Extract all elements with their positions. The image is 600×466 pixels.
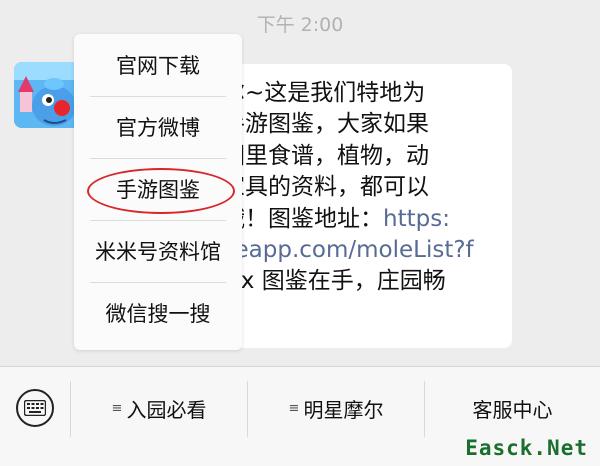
message-line-3: 园里食谱，植物，动 [222, 142, 429, 169]
message-line-1: 尔~这是我们特地为 [222, 80, 426, 106]
menu-item-game-guide[interactable]: 手游图鉴 [74, 158, 242, 220]
message-bubble[interactable]: 尔~这是我们特地为 手游图鉴，大家如果 园里食谱，植物，动 家具的资料，都可以 … [200, 64, 512, 348]
tab-label: 明星摩尔 [303, 397, 384, 422]
message-link-start[interactable]: https: [383, 206, 450, 232]
account-popup-menu: 官网下载 官方微博 手游图鉴 米米号资料馆 微信搜一搜 [74, 34, 242, 350]
message-line-5: 哦！图鉴地址： [222, 205, 383, 232]
menu-lines-icon: ≡ [111, 400, 123, 416]
message-text: 尔~这是我们特地为 手游图鉴，大家如果 园里食谱，植物，动 家具的资料，都可以 … [222, 78, 512, 298]
message-link-url[interactable]: keapp.com/moleList?f [222, 237, 474, 263]
official-account-avatar[interactable] [14, 62, 80, 128]
message-line-4: 家具的资料，都可以 [222, 174, 429, 201]
keyboard-toggle-button[interactable] [16, 389, 54, 427]
menu-item-mimi-id-library[interactable]: 米米号资料馆 [74, 220, 242, 282]
message-line-7: wx 图鉴在手，庄园畅 [222, 268, 446, 295]
menu-item-official-weibo[interactable]: 官方微博 [74, 96, 242, 158]
keyboard-icon [24, 400, 46, 416]
menu-item-wechat-search[interactable]: 微信搜一搜 [74, 282, 242, 344]
menu-item-official-download[interactable]: 官网下载 [74, 34, 242, 96]
game-avatar-icon [14, 62, 80, 128]
tab-label: 入园必看 [126, 397, 207, 422]
message-timestamp: 下午 2:00 [256, 14, 344, 36]
tab-customer-service[interactable]: 客服中心 [425, 385, 600, 431]
site-watermark: Easck.Net [465, 436, 588, 460]
tab-entry-guide[interactable]: ≡ 入园必看 [71, 385, 247, 431]
message-line-2: 手游图鉴，大家如果 [222, 111, 429, 138]
tab-star-mole[interactable]: ≡ 明星摩尔 [248, 385, 424, 431]
menu-lines-icon: ≡ [288, 400, 300, 416]
tab-label: 客服中心 [472, 397, 553, 422]
